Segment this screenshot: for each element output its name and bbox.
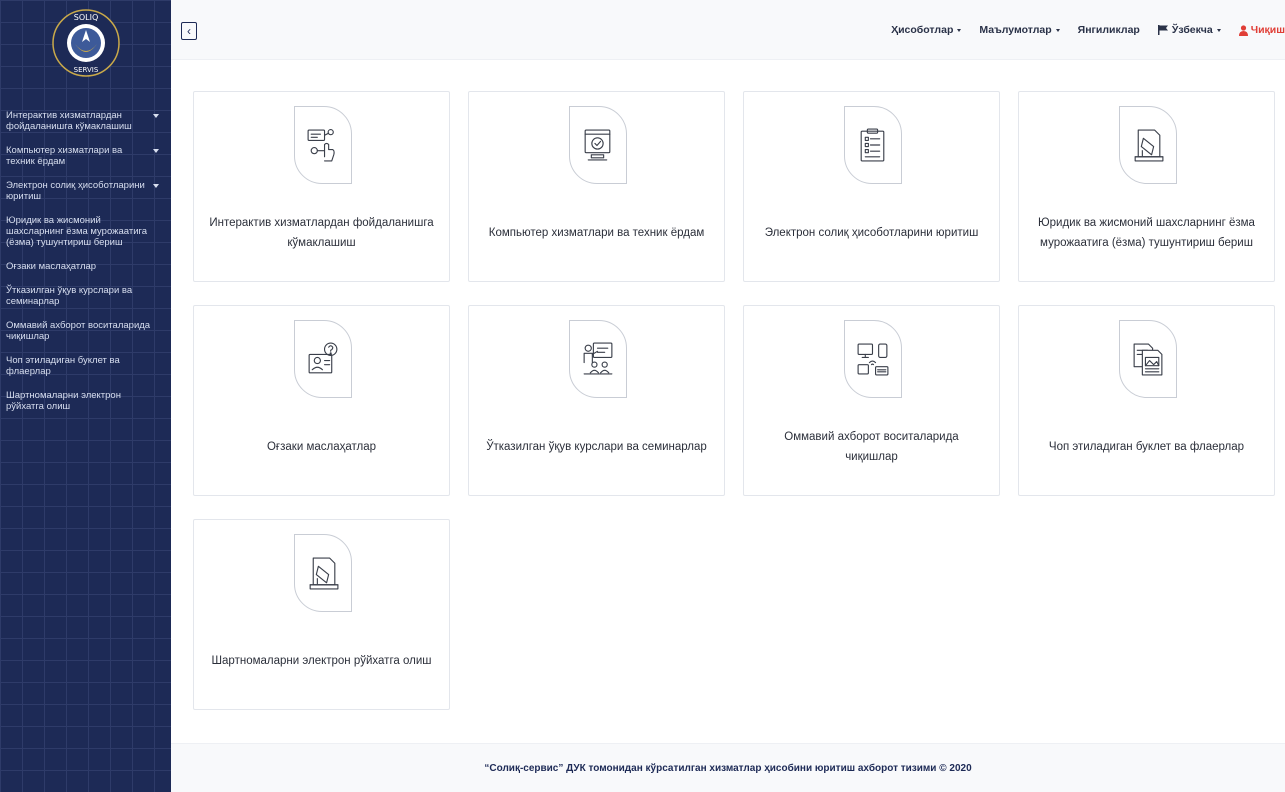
service-card-title: Электрон солиқ ҳисоботларини юритиш [764,227,979,239]
service-card-title: Ўтказилган ўқув курслари ва семинарлар [486,441,707,453]
top-menu: Ҳисоботлар Маълумотлар Янгиликлар Ўзбекч… [873,24,1285,36]
footer: “Солиқ-сервис” ДУК томонидан кўрсатилган… [171,743,1285,792]
menu-reports-label: Ҳисоботлар [891,24,954,36]
seminar-presentation-icon [569,320,627,398]
document-write-icon [1119,106,1177,184]
monitor-check-icon [569,106,627,184]
service-card-title: Компьютер хизматлари ва техник ёрдам [488,227,705,239]
service-card[interactable]: Оммавий ахборот воситаларида чиқишлар [743,305,1000,496]
service-card[interactable]: Оғзаки маслаҳатлар [193,305,450,496]
sidebar-item-label: Чоп этиладиган буклет ва флаерлар [6,355,120,377]
service-card-title: Юридик ва жисмоний шахсларнинг ёзма муро… [1038,217,1255,249]
menu-reports[interactable]: Ҳисоботлар [891,24,962,36]
interactive-touch-icon [294,106,352,184]
service-card-title: Шартномаларни электрон рўйхатга олиш [211,655,432,667]
menu-logout[interactable]: Чиқиш [1238,24,1285,36]
contract-register-icon [294,534,352,612]
caret-down-icon [153,149,159,153]
service-card[interactable]: Электрон солиқ ҳисоботларини юритиш [743,91,1000,282]
sidebar-item-label: Оғзаки маслаҳатлар [6,261,97,272]
sidebar-item-label: Интерактив хизматлардан фойдаланишга кўм… [6,110,132,132]
caret-down-icon [153,114,159,118]
caret-down-icon [153,184,159,188]
sidebar-item[interactable]: Компьютер хизматлари ва техник ёрдам [0,143,171,169]
logo-container[interactable]: SOLIQ SERVIS [0,0,171,86]
sidebar-item-label: Компьютер хизматлари ва техник ёрдам [6,145,123,167]
sidebar-item-label: Шартномаларни электрон рўйхатга олиш [6,390,121,412]
menu-news-label: Янгиликлар [1077,24,1140,36]
media-devices-icon [844,320,902,398]
sidebar-item[interactable]: Оммавий ахборот воситаларида чиқишлар [0,318,171,344]
checklist-clipboard-icon [844,106,902,184]
service-card[interactable]: Чоп этиладиган буклет ва флаерлар [1018,305,1275,496]
sidebar-item[interactable]: Шартномаларни электрон рўйхатга олиш [0,388,171,414]
main-content: Интерактив хизматлардан фойдаланишга кўм… [171,60,1285,743]
service-card-title: Чоп этиладиган буклет ва флаерлар [1048,441,1245,453]
sidebar-item[interactable]: Чоп этиладиган буклет ва флаерлар [0,353,171,379]
caret-down-icon [1055,28,1060,32]
caret-down-icon [1216,28,1221,32]
sidebar-item[interactable]: Ўтказилган ўқув курслари ва семинарлар [0,283,171,309]
service-card[interactable]: Юридик ва жисмоний шахсларнинг ёзма муро… [1018,91,1275,282]
user-icon [1238,24,1248,36]
service-card-title: Интерактив хизматлардан фойдаланишга кўм… [209,217,434,249]
logo-top-text: SOLIQ [73,13,98,22]
service-card[interactable]: Ўтказилган ўқув курслари ва семинарлар [468,305,725,496]
service-card[interactable]: Интерактив хизматлардан фойдаланишга кўм… [193,91,450,282]
consultant-question-icon [294,320,352,398]
booklet-flyer-icon [1119,320,1177,398]
menu-info-label: Маълумотлар [979,24,1052,36]
chevron-left-icon[interactable]: ‹ [181,22,197,40]
sidebar-item-label: Ўтказилган ўқув курслари ва семинарлар [6,285,133,307]
sidebar-item[interactable]: Оғзаки маслаҳатлар [0,259,171,274]
menu-info[interactable]: Маълумотлар [979,24,1060,36]
soliq-servis-logo: SOLIQ SERVIS [51,9,120,77]
logo-bottom-text: SERVIS [73,66,98,74]
service-card-title: Оғзаки маслаҳатлар [266,441,377,453]
service-card[interactable]: Компьютер хизматлари ва техник ёрдам [468,91,725,282]
menu-news[interactable]: Янгиликлар [1078,24,1140,36]
sidebar-item-label: Электрон солиқ ҳисоботларини юритиш [6,180,145,202]
footer-text: “Солиқ-сервис” ДУК томонидан кўрсатилган… [484,762,972,774]
sidebar-nav: Интерактив хизматлардан фойдаланишга кўм… [0,108,171,423]
sidebar-item[interactable]: Юридик ва жисмоний шахсларнинг ёзма муро… [0,213,171,250]
sidebar-item-label: Оммавий ахборот воситаларида чиқишлар [6,320,151,342]
caret-down-icon [957,28,962,32]
sidebar-item[interactable]: Электрон солиқ ҳисоботларини юритиш [0,178,171,204]
sidebar-item-label: Юридик ва жисмоний шахсларнинг ёзма муро… [6,215,148,248]
service-card-title: Оммавий ахборот воситаларида чиқишлар [784,431,959,463]
flag-icon [1157,25,1168,35]
sidebar-item[interactable]: Интерактив хизматлардан фойдаланишга кўм… [0,108,171,134]
service-card[interactable]: Шартномаларни электрон рўйхатга олиш [193,519,450,710]
menu-language-label: Ўзбекча [1171,24,1213,36]
top-navbar: ‹ Ҳисоботлар Маълумотлар Янгиликлар Ўзбе… [171,0,1285,60]
menu-language[interactable]: Ўзбекча [1157,24,1221,36]
sidebar: SOLIQ SERVIS Интерактив хизматлардан фой… [0,0,171,792]
menu-logout-label: Чиқиш [1250,24,1285,36]
